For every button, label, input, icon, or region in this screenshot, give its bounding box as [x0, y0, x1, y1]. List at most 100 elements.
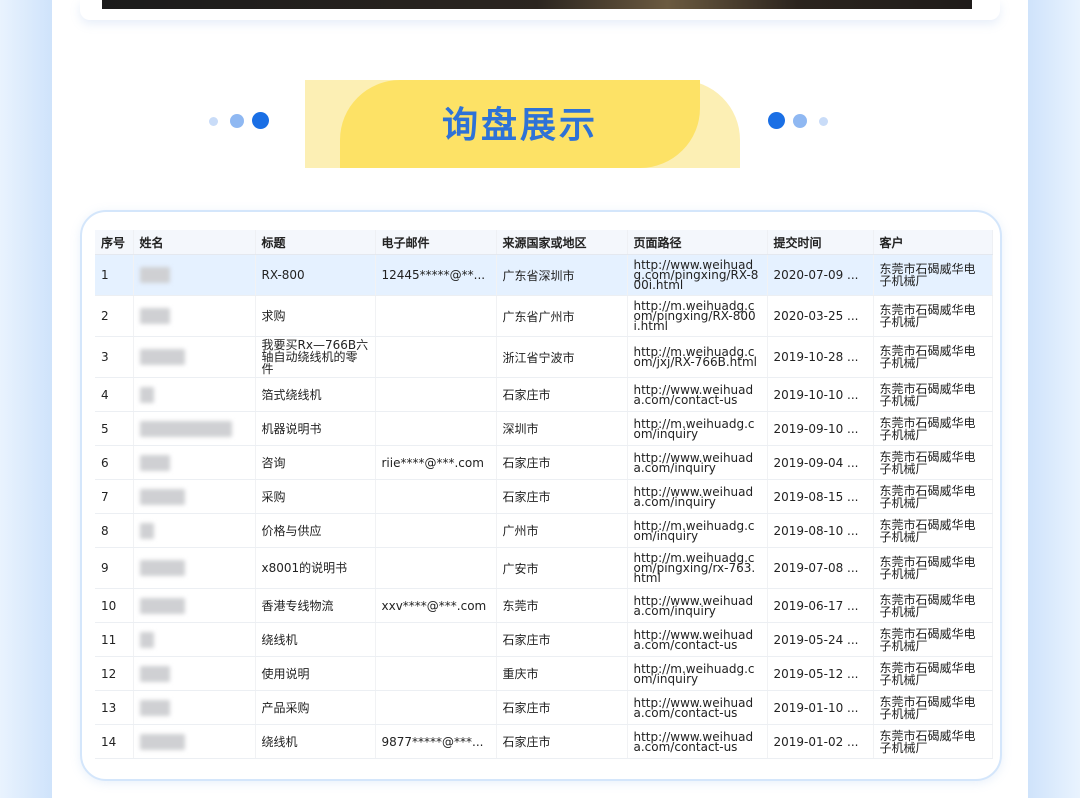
- column-header-index[interactable]: 序号: [95, 230, 134, 255]
- cell-index-text: 12: [101, 666, 117, 681]
- table-row[interactable]: 10 香港专线物流 xxv****@***.com 东莞市 http://www.wei…: [95, 588, 993, 623]
- cell-region-text: 石家庄市: [502, 490, 551, 504]
- decor-dot-left-2: [230, 114, 244, 128]
- cell-submit-time: 2019-07-08 ...: [767, 547, 874, 589]
- cell-region: 浙江省宁波市: [496, 336, 628, 378]
- column-header-email[interactable]: 电子邮件: [375, 230, 497, 255]
- cell-title: x8001的说明书: [255, 547, 376, 589]
- cell-page-path: http://m.weihuadg.com/inquiry: [627, 411, 768, 446]
- column-header-page-path[interactable]: 页面路径: [627, 230, 768, 255]
- cell-email-text: 9877*****@***...: [381, 734, 484, 749]
- column-header-name[interactable]: 姓名: [133, 230, 256, 255]
- cell-index-text: 5: [101, 421, 109, 436]
- cell-page-path-text: http://www.weihuada.com/inquiry: [633, 484, 754, 509]
- cell-region-text: 石家庄市: [502, 735, 551, 749]
- cell-submit-time: 2020-07-09 ...: [767, 254, 874, 296]
- column-header-title[interactable]: 标题: [255, 230, 376, 255]
- redacted-name: [139, 733, 185, 750]
- cell-title: 绕线机: [255, 622, 376, 657]
- cell-name: [133, 622, 256, 657]
- cell-title: 香港专线物流: [255, 588, 376, 623]
- cell-name: [133, 336, 256, 378]
- cell-region: 深圳市: [496, 411, 628, 446]
- cell-page-path: http://www.weihuadg.com/pingxing/RX-800i…: [627, 254, 768, 296]
- table-row[interactable]: 2 求购 广东省广州市 http://m.weihuadg.com/pingxing/…: [95, 295, 993, 337]
- cell-client: 东莞市石碣威华电子机械厂: [873, 622, 993, 657]
- table-row[interactable]: 11 绕线机 石家庄市 http://www.weihuada.com/contact…: [95, 622, 993, 657]
- table-row[interactable]: 7 采购 石家庄市 http://www.weihuada.com/inquiry 20…: [95, 479, 993, 514]
- cell-title-text: 价格与供应: [261, 523, 322, 538]
- cell-page-path-text: http://www.weihuada.com/contact-us: [633, 627, 754, 652]
- cell-email: [375, 622, 497, 657]
- cell-page-path-text: http://www.weihuada.com/inquiry: [633, 593, 754, 618]
- table-row[interactable]: 14 绕线机 9877*****@***... 石家庄市 http://www.weih…: [95, 724, 993, 759]
- cell-email: [375, 479, 497, 514]
- table-row[interactable]: 8 价格与供应 广州市 http://m.weihuadg.com/inquiry 20…: [95, 513, 993, 548]
- cell-submit-time-text: 2019-09-10 ...: [773, 421, 859, 436]
- cell-submit-time: 2019-01-10 ...: [767, 690, 874, 725]
- cell-submit-time: 2019-09-10 ...: [767, 411, 874, 446]
- cell-index: 12: [95, 656, 134, 691]
- cell-index: 1: [95, 254, 134, 296]
- cell-client: 东莞市石碣威华电子机械厂: [873, 336, 993, 378]
- cell-title-text: x8001的说明书: [261, 561, 348, 575]
- cell-name: [133, 445, 256, 480]
- table-row[interactable]: 9 x8001的说明书 广安市 http://m.weihuadg.com/pingx…: [95, 547, 993, 589]
- cell-index: 3: [95, 336, 134, 378]
- table-row[interactable]: 13 产品采购 石家庄市 http://www.weihuada.com/contac…: [95, 690, 993, 725]
- table-row[interactable]: 4 箔式绕线机 石家庄市 http://www.weihuada.com/contac…: [95, 377, 993, 412]
- cell-submit-time-text: 2019-06-17 ...: [773, 598, 859, 613]
- cell-title: 产品采购: [255, 690, 376, 725]
- cell-email: riie****@***.com: [375, 445, 497, 480]
- cell-region-text: 石家庄市: [502, 701, 551, 715]
- cell-submit-time: 2019-06-17 ...: [767, 588, 874, 623]
- cell-name: [133, 724, 256, 759]
- cell-client: 东莞市石碣威华电子机械厂: [873, 724, 993, 759]
- cell-region-text: 石家庄市: [502, 633, 551, 647]
- cell-page-path: http://m.weihuadg.com/jxj/RX-766B.html: [627, 336, 768, 378]
- cell-email: [375, 377, 497, 412]
- redacted-name: [139, 349, 185, 365]
- table-row[interactable]: 3 我要买Rx—766B六轴自动绕线机的零件 浙江省宁波市 http://m.weih…: [95, 336, 993, 378]
- cell-submit-time-text: 2019-10-10 ...: [773, 387, 859, 402]
- cell-page-path: http://www.weihuada.com/contact-us: [627, 724, 768, 759]
- cell-page-path-text: http://m.weihuadg.com/inquiry: [633, 518, 755, 543]
- cell-submit-time: 2019-10-10 ...: [767, 377, 874, 412]
- redacted-name: [139, 522, 154, 539]
- page-edge-left: [0, 0, 52, 798]
- cell-email: [375, 295, 497, 337]
- column-header-submit-time[interactable]: 提交时间: [767, 230, 874, 255]
- cell-index: 9: [95, 547, 134, 589]
- cell-client: 东莞市石碣威华电子机械厂: [873, 588, 993, 623]
- table-row[interactable]: 6 咨询 riie****@***.com 石家庄市 http://www.weihua…: [95, 445, 993, 480]
- cell-title-text: 箔式绕线机: [261, 387, 322, 402]
- redacted-name: [139, 267, 170, 283]
- cell-title: 机器说明书: [255, 411, 376, 446]
- table-row[interactable]: 1 RX-800 12445*****@**... 广东省深圳市 http://www.…: [95, 254, 993, 296]
- cell-index-text: 7: [101, 489, 109, 504]
- cell-submit-time: 2019-10-28 ...: [767, 336, 874, 378]
- cell-index: 8: [95, 513, 134, 548]
- cell-title: 绕线机: [255, 724, 376, 759]
- cell-client: 东莞市石碣威华电子机械厂: [873, 377, 993, 412]
- table-row[interactable]: 12 使用说明 重庆市 http://m.weihuadg.com/inquiry 20…: [95, 656, 993, 691]
- cell-region-text: 浙江省宁波市: [502, 350, 575, 365]
- column-header-region[interactable]: 来源国家或地区: [496, 230, 628, 255]
- cell-page-path: http://m.weihuadg.com/inquiry: [627, 513, 768, 548]
- cell-submit-time-text: 2019-05-12 ...: [773, 666, 859, 681]
- cell-page-path-text: http://m.weihuadg.com/inquiry: [633, 416, 755, 441]
- cell-region-text: 深圳市: [502, 422, 539, 436]
- table-row[interactable]: 5 机器说明书 深圳市 http://m.weihuadg.com/inquiry 20…: [95, 411, 993, 446]
- cell-index: 5: [95, 411, 134, 446]
- cell-page-path-text: http://m.weihuadg.com/jxj/RX-766B.html: [633, 345, 757, 369]
- cell-email-text: xxv****@***.com: [381, 598, 487, 613]
- redacted-name: [139, 420, 232, 437]
- cell-client-text: 东莞市石碣威华电子机械厂: [879, 415, 976, 442]
- cell-region: 广东省广州市: [496, 295, 628, 337]
- cell-title: 使用说明: [255, 656, 376, 691]
- cell-title: 咨询: [255, 445, 376, 480]
- cell-index: 6: [95, 445, 134, 480]
- column-header-client[interactable]: 客户: [873, 230, 993, 255]
- cell-email-text: 12445*****@**...: [381, 268, 486, 282]
- redacted-name: [139, 560, 185, 576]
